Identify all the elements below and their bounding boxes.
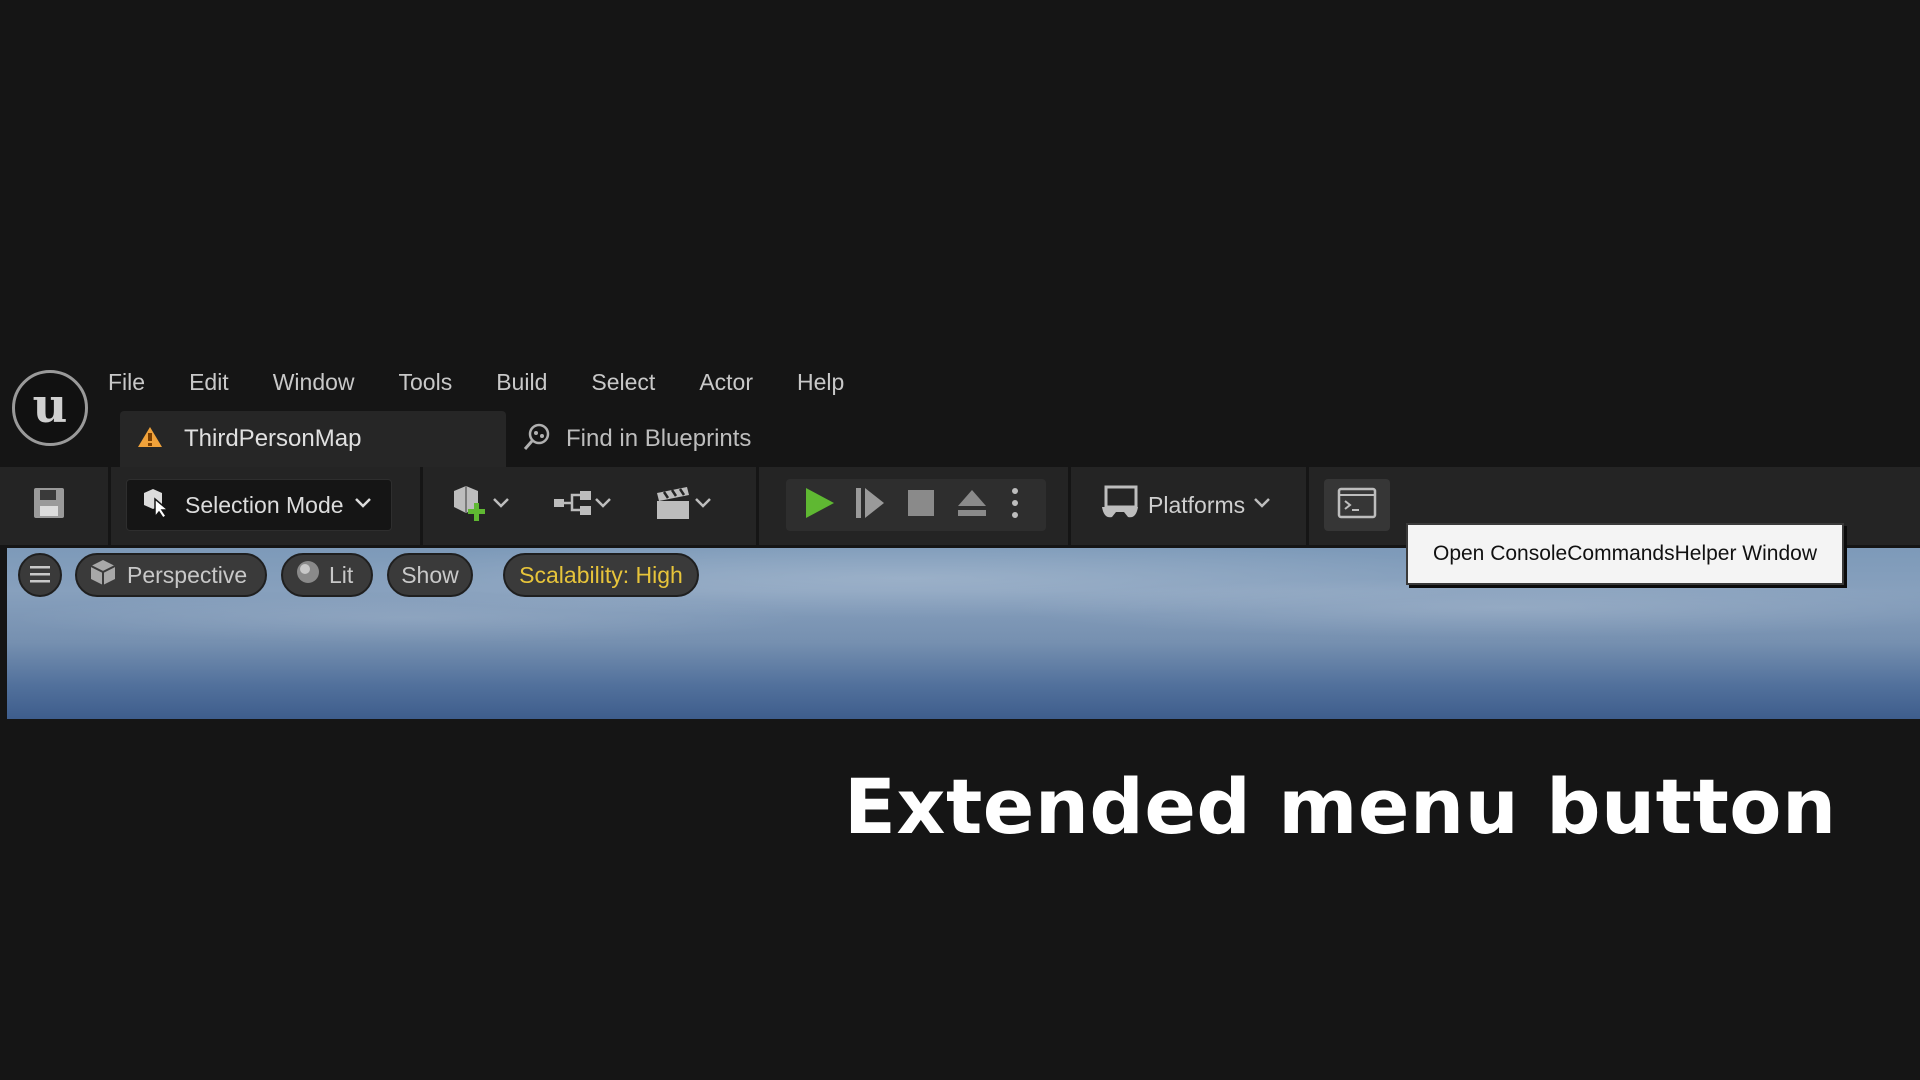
perspective-label: Perspective bbox=[127, 561, 248, 588]
scalability-label: Scalability: High bbox=[519, 561, 683, 588]
save-icon bbox=[32, 486, 66, 525]
find-blueprint-icon bbox=[522, 422, 552, 457]
tab-find-in-blueprints[interactable]: Find in Blueprints bbox=[522, 411, 751, 467]
scalability-button[interactable]: Scalability: High bbox=[503, 553, 699, 597]
chevron-down-icon bbox=[1253, 496, 1271, 514]
toolbar-divider bbox=[756, 467, 759, 545]
menu-window[interactable]: Window bbox=[273, 369, 355, 396]
toolbar-divider bbox=[108, 467, 111, 545]
menu-build[interactable]: Build bbox=[496, 369, 547, 396]
terminal-icon bbox=[1337, 487, 1377, 524]
clapperboard-icon bbox=[654, 485, 694, 526]
menu-edit[interactable]: Edit bbox=[189, 369, 229, 396]
tab-third-person-map[interactable]: ThirdPersonMap bbox=[120, 411, 506, 467]
show-flags-button[interactable]: Show bbox=[387, 553, 473, 597]
menu-tools[interactable]: Tools bbox=[399, 369, 453, 396]
stop-button[interactable] bbox=[906, 488, 936, 523]
blueprint-icon bbox=[552, 488, 594, 523]
platforms-dropdown[interactable]: Platforms bbox=[1100, 479, 1280, 531]
add-actor-icon bbox=[450, 483, 492, 528]
quick-add-button[interactable] bbox=[450, 479, 520, 531]
tab-map-label: ThirdPersonMap bbox=[184, 425, 362, 452]
chevron-down-icon bbox=[694, 496, 712, 514]
play-controls bbox=[786, 479, 1046, 531]
console-commands-helper-button[interactable] bbox=[1324, 479, 1390, 531]
eject-button[interactable] bbox=[956, 488, 988, 523]
toolbar-divider bbox=[1306, 467, 1309, 545]
unreal-logo-icon[interactable]: u bbox=[12, 370, 88, 446]
toolbar-divider bbox=[1068, 467, 1071, 545]
menu-bar: File Edit Window Tools Build Select Acto… bbox=[108, 362, 888, 402]
chevron-down-icon bbox=[594, 496, 612, 514]
kebab-menu-icon bbox=[1012, 487, 1018, 518]
view-mode-lit-button[interactable]: Lit bbox=[281, 553, 373, 597]
toolbar-divider bbox=[420, 467, 423, 545]
cinematics-button[interactable] bbox=[654, 479, 722, 531]
selection-mode-dropdown[interactable]: Selection Mode bbox=[126, 479, 392, 531]
blueprints-button[interactable] bbox=[552, 479, 620, 531]
platforms-label: Platforms bbox=[1148, 491, 1246, 518]
show-label: Show bbox=[401, 561, 459, 588]
level-warning-icon bbox=[136, 425, 164, 454]
tab-find-label: Find in Blueprints bbox=[566, 425, 752, 452]
perspective-button[interactable]: Perspective bbox=[75, 553, 267, 597]
menu-select[interactable]: Select bbox=[591, 369, 655, 396]
selection-mode-label: Selection Mode bbox=[185, 491, 344, 518]
stop-icon bbox=[908, 489, 934, 516]
menu-file[interactable]: File bbox=[108, 369, 145, 396]
cube-icon bbox=[89, 558, 117, 592]
selection-cursor-icon bbox=[141, 487, 171, 524]
viewport-options-button[interactable] bbox=[18, 553, 62, 597]
step-forward-icon bbox=[856, 487, 884, 518]
console-helper-tooltip: Open ConsoleCommandsHelper Window bbox=[1406, 523, 1844, 585]
play-button[interactable] bbox=[802, 486, 836, 525]
save-button[interactable] bbox=[26, 479, 72, 531]
chevron-down-icon bbox=[492, 496, 510, 514]
menu-actor[interactable]: Actor bbox=[699, 369, 753, 396]
caption-text: Extended menu button bbox=[844, 762, 1837, 851]
menu-help[interactable]: Help bbox=[797, 369, 844, 396]
play-options-button[interactable] bbox=[1010, 486, 1020, 525]
play-icon bbox=[806, 487, 834, 518]
lit-label: Lit bbox=[329, 561, 354, 588]
platforms-icon bbox=[1100, 485, 1140, 526]
advance-frame-button[interactable] bbox=[854, 486, 886, 525]
hamburger-menu-icon bbox=[30, 562, 50, 589]
eject-icon bbox=[958, 489, 986, 516]
lit-sphere-icon bbox=[295, 559, 321, 591]
chevron-down-icon bbox=[354, 496, 372, 514]
